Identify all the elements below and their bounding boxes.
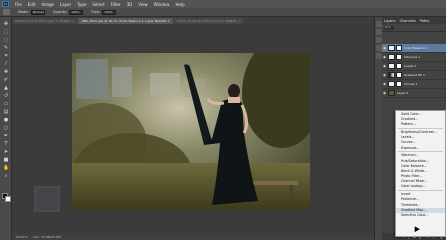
adjustment-thumbnail [388,81,395,87]
layer-name: Curves 1 [404,82,418,86]
floating-panel-ghost [34,186,60,212]
adjustment-thumbnail [388,72,395,78]
healing-tool-icon[interactable]: ✚ [3,69,9,75]
panel-dock-strip [374,17,382,240]
mode-label: Mode: [18,10,29,14]
eyedropper-tool-icon[interactable]: ⁄ [3,61,9,67]
menu-bar: Ps File Edit Image Layer Type Select Fil… [0,0,446,8]
menu-item-exposure[interactable]: Exposure... [396,146,445,151]
type-tool-icon[interactable]: T [3,141,9,147]
document-canvas[interactable] [72,53,310,210]
shape-tool-icon[interactable]: ■ [3,157,9,163]
menu-item-selective-color[interactable]: Selective Color... [396,213,445,218]
document-tab-bar: Untitled-1 @ 8.33% (Layer 1, RGB/8) × _I… [12,17,372,24]
layer-name: Layer 0 [397,91,409,95]
menu-image[interactable]: Image [41,2,54,7]
stamp-tool-icon[interactable]: ▲ [3,85,9,91]
layer-row-curves[interactable]: ◉ Curves 1 [382,80,446,89]
layer-row-levels[interactable]: ◉ Levels 1 [382,62,446,71]
status-bar: 16.67% Doc: 47.6M/47.6M [12,234,374,240]
layers-panel-tabs: Layers Channels Paths [382,17,446,24]
mode-select[interactable]: Normal [30,9,45,15]
visibility-eye-icon[interactable]: ◉ [382,64,387,68]
dodge-tool-icon[interactable]: ○ [3,125,9,131]
adjustment-thumbnail [388,54,395,60]
menu-window[interactable]: Window [154,2,170,7]
layer-mask-thumbnail[interactable] [396,45,402,51]
tab-layers[interactable]: Layers [384,19,396,23]
background-color-swatch[interactable] [5,196,11,202]
layer-mask-thumbnail[interactable] [396,81,402,87]
crop-tool-icon[interactable]: ⌗ [3,53,9,59]
menu-filter[interactable]: Filter [111,2,121,7]
opacity-field[interactable]: 100% [69,9,84,15]
blur-tool-icon[interactable]: ● [3,117,9,123]
tab-channels[interactable]: Channels [400,19,416,23]
layer-kind-filter[interactable]: Kind [384,25,394,30]
document-size: Doc: 47.6M/47.6M [33,235,61,239]
history-brush-tool-icon[interactable]: ↺ [3,93,9,99]
canvas-workspace[interactable] [12,24,374,234]
visibility-eye-icon[interactable]: ◉ [382,91,387,95]
layer-row-gradient-fill[interactable]: ◉ Gradient Fill 1 [382,71,446,80]
flow-label: Flow: [91,10,101,14]
lasso-tool-icon[interactable]: ◌ [3,37,9,43]
adjustment-thumbnail [388,45,395,51]
gradient-tool-icon[interactable]: ▤ [3,109,9,115]
layer-name: Vibrance 1 [404,55,421,59]
menu-file[interactable]: File [15,2,22,7]
move-tool-icon[interactable]: ✥ [3,21,9,27]
menu-layer[interactable]: Layer [60,2,71,7]
layer-filter-row: Kind [382,24,446,32]
path-select-tool-icon[interactable]: ➤ [3,149,9,155]
hand-tool-icon[interactable]: ✋ [3,165,9,171]
menu-edit[interactable]: Edit [28,2,36,7]
visibility-eye-icon[interactable]: ◉ [382,82,387,86]
menu-item-color-lookup[interactable]: Color Lookup... [396,184,445,189]
zoom-level[interactable]: 16.67% [16,235,27,239]
layer-mask-thumbnail[interactable] [396,63,402,69]
flow-field[interactable]: 100% [102,9,117,15]
photo-image [72,53,310,210]
layer-row-background[interactable]: ◉ Layer 0 [382,89,446,98]
menu-3d[interactable]: 3D [127,2,133,7]
visibility-eye-icon[interactable]: ◉ [382,46,387,50]
menu-help[interactable]: Help [175,2,184,7]
tab-paths[interactable]: Paths [420,19,430,23]
layer-row-vibrance[interactable]: ◉ Vibrance 1 [382,53,446,62]
adjustment-thumbnail [388,63,395,69]
eraser-tool-icon[interactable]: ▭ [3,101,9,107]
adjustment-layer-menu: Solid Color... Gradient... Pattern... Br… [395,110,446,237]
menu-type[interactable]: Type [77,2,86,7]
image-thumbnail [388,90,395,96]
tools-panel: ✥ ⬚ ◌ ✎ ⌗ ⁄ ✚ ✐ ▲ ↺ ▭ ▤ ● ○ ✒ T ➤ ■ ✋ ⌕ [0,17,12,240]
layer-name: Levels 1 [404,64,417,68]
layer-mask-thumbnail[interactable] [396,54,402,60]
menu-item-pattern[interactable]: Pattern... [396,122,445,127]
brush-tool-icon[interactable]: ✐ [3,77,9,83]
opacity-label: Opacity: [52,10,68,14]
menu-select[interactable]: Select [92,2,104,7]
zoom-tool-icon[interactable]: ⌕ [3,173,9,179]
quick-select-tool-icon[interactable]: ✎ [3,45,9,51]
marquee-tool-icon[interactable]: ⬚ [3,29,9,35]
pen-tool-icon[interactable]: ✒ [3,133,9,139]
options-bar: Mode: Normal Opacity: 100% Flow: 100% [0,8,446,17]
visibility-eye-icon[interactable]: ◉ [382,73,387,77]
layer-mask-thumbnail[interactable] [396,72,402,78]
layer-row-color-balance[interactable]: ◉ Color Balance 1 [382,44,446,53]
menu-view[interactable]: View [138,2,148,7]
brush-preset-icon[interactable] [3,9,10,15]
layer-name: Color Balance 1 [404,46,428,50]
visibility-eye-icon[interactable]: ◉ [382,55,387,59]
photoshop-logo: Ps [2,1,9,7]
layer-name: Gradient Fill 1 [404,73,425,77]
